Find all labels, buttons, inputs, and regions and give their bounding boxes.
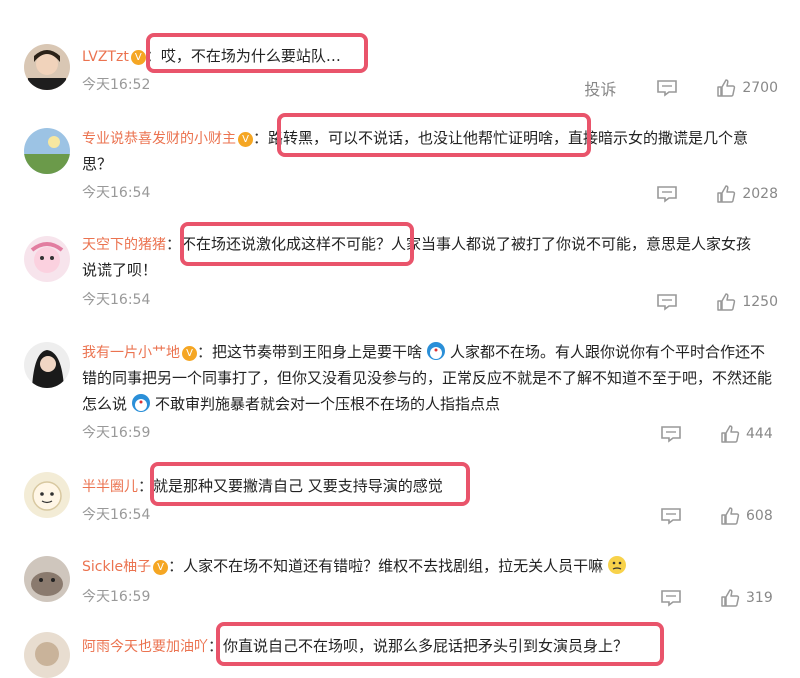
- comment-text-highlighted: 路转黑，可以不说话，也没让他帮忙证明啥，: [268, 129, 569, 147]
- avatar[interactable]: [24, 128, 70, 174]
- avatar[interactable]: [24, 44, 70, 90]
- comment-time: 今天16:59: [82, 589, 151, 605]
- comment-text-highlighted: 你直说自己不在场呗，说那么多屁话把矛头引到女演员身上？: [223, 637, 629, 655]
- comment-text-highlighted: 不在场还说激化成这样不可能？: [181, 235, 392, 253]
- avatar[interactable]: [24, 236, 70, 282]
- separator: ：: [208, 637, 224, 655]
- comment-icon[interactable]: [660, 589, 682, 607]
- like-count: 1250: [742, 294, 778, 310]
- avatar-image: [24, 236, 70, 282]
- username[interactable]: 阿雨今天也要加油吖: [82, 639, 208, 655]
- avatar-image: [24, 556, 70, 602]
- vip-badge-icon: V: [182, 346, 197, 361]
- comment-time: 今天16:54: [82, 507, 151, 523]
- comment-text-line3: 怎么说: [82, 395, 128, 413]
- avatar[interactable]: [24, 472, 70, 518]
- separator: ：: [168, 557, 184, 575]
- separator: ：: [138, 477, 154, 495]
- comment-time: 今天16:54: [82, 292, 151, 308]
- thumbs-up-icon[interactable]: [716, 184, 736, 204]
- comment-text-line2: 说谎了呗！: [82, 261, 158, 279]
- comment-text: 人家不在场不知道还有错啦？维权不去找剧组，拉无关人员干嘛: [183, 557, 604, 575]
- vip-badge-icon: V: [130, 50, 146, 65]
- comment-text-line2: 思？: [82, 155, 113, 173]
- avatar[interactable]: [24, 556, 70, 602]
- avatar-image: [24, 128, 70, 174]
- comment-icon[interactable]: [656, 185, 678, 203]
- comment-icon[interactable]: [660, 507, 682, 525]
- avatar-image: [24, 472, 70, 518]
- avatar[interactable]: [24, 342, 70, 388]
- username[interactable]: 天空下的猪猪: [82, 237, 166, 253]
- comment-text: 人家都不在场。有人跟你说你有个平时合作还不: [450, 343, 766, 361]
- thumbs-up-icon[interactable]: [720, 506, 740, 526]
- comment-text: 哎，不在场为什么要站队…: [160, 47, 341, 65]
- like-count: 2700: [742, 80, 778, 96]
- username[interactable]: 专业说恭喜发财的小财主: [82, 131, 236, 147]
- comment-icon[interactable]: [660, 425, 682, 443]
- doraemon-emoji-icon: [427, 342, 446, 360]
- thumbs-up-icon[interactable]: [716, 78, 736, 98]
- comment-text-highlighted: 就是那种又要撇清自己 又要支持导演的感觉: [153, 477, 443, 495]
- report-button[interactable]: 投诉: [584, 76, 616, 100]
- separator: ：: [197, 343, 213, 361]
- avatar-image: [24, 342, 70, 388]
- comment-text: 把这节奏带到王阳身上是要干啥: [212, 343, 423, 361]
- comment-text: 直接暗示女的撒谎是几个意: [568, 129, 749, 147]
- avatar-image: [24, 44, 70, 90]
- separator: ：: [145, 47, 161, 65]
- doraemon-emoji-icon: [132, 394, 151, 412]
- like-count: 2028: [742, 186, 778, 202]
- like-count: 444: [746, 426, 773, 442]
- avatar[interactable]: [24, 632, 70, 678]
- separator: ：: [166, 235, 182, 253]
- comment-time: 今天16:59: [82, 425, 151, 441]
- username[interactable]: 我有一片小艹地: [82, 345, 180, 361]
- comment-text: 人家当事人都说了被打了你说不可能，意思是人家女孩: [391, 235, 752, 253]
- comment-text-line3: 不敢审判施暴者就会对一个压根不在场的人指指点点: [155, 395, 501, 413]
- comment-time: 今天16:52: [82, 77, 151, 93]
- vip-badge-icon: V: [153, 560, 169, 575]
- separator: ：: [253, 129, 269, 147]
- comment-time: 今天16:54: [82, 185, 151, 201]
- thumbs-up-icon[interactable]: [716, 292, 736, 312]
- comment-text-line2: 错的同事把另一个同事打了，但你又没看见没参与的，正常反应不就是不了解不知道不至于…: [82, 369, 773, 387]
- comment-icon[interactable]: [656, 293, 678, 311]
- vip-badge-icon: V: [238, 132, 253, 147]
- like-count: 608: [746, 508, 773, 524]
- like-count: 319: [746, 590, 773, 606]
- thumbs-up-icon[interactable]: [720, 424, 740, 444]
- username[interactable]: 半半圈儿: [82, 479, 138, 495]
- username[interactable]: Sickle柚子: [82, 559, 151, 575]
- comment-icon[interactable]: [656, 79, 678, 97]
- username[interactable]: LVZTzt: [82, 49, 129, 65]
- thinking-emoji-icon: [608, 556, 627, 574]
- thumbs-up-icon[interactable]: [720, 588, 740, 608]
- avatar-image: [24, 632, 70, 678]
